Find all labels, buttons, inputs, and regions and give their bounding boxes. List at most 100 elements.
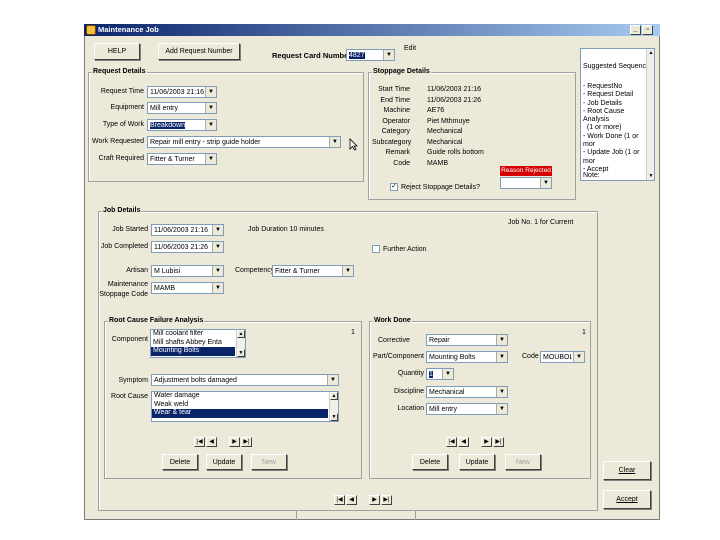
accept-button[interactable]: Accept	[603, 490, 651, 509]
rca-new-button[interactable]: New	[251, 454, 287, 470]
part-component-combo[interactable]: Mounting Bolts ▼	[426, 351, 508, 363]
chevron-down-icon[interactable]: ▼	[329, 137, 340, 147]
job-previous-record-button[interactable]: ◀	[346, 495, 357, 505]
code-combo[interactable]: MOUBOL ▼	[540, 351, 585, 363]
corrective-value: Repair	[429, 337, 450, 344]
chevron-down-icon[interactable]: ▼	[212, 266, 223, 276]
job-started-combo[interactable]: 11/06/2003 21:16 ▼	[151, 224, 224, 236]
wd-new-button[interactable]: New	[505, 454, 541, 470]
component-scrollbar[interactable]: ▲ ▼	[236, 330, 245, 357]
reason-rejected-combo[interactable]: ▼	[500, 177, 552, 189]
stoppage-label: Code	[393, 159, 410, 167]
type-of-work-combo[interactable]: Breakdown ▼	[147, 119, 217, 131]
discipline-combo[interactable]: Mechanical ▼	[426, 386, 508, 398]
job-next-record-button[interactable]: ▶	[369, 495, 380, 505]
reject-stoppage-checkbox[interactable]: ✓	[390, 183, 398, 191]
maintenance-stoppage-code-combo[interactable]: MAMB ▼	[151, 282, 224, 294]
chevron-down-icon[interactable]: ▼	[205, 154, 216, 164]
work-requested-combo[interactable]: Repair mill entry - strip guide holder ▼	[147, 136, 341, 148]
equipment-combo[interactable]: Mill entry ▼	[147, 102, 217, 114]
rca-delete-button[interactable]: Delete	[162, 454, 198, 470]
wd-previous-record-button[interactable]: ◀	[458, 437, 469, 447]
competency-combo[interactable]: Fitter & Turner ▼	[272, 265, 354, 277]
type-of-work-value: Breakdown	[150, 122, 186, 129]
craft-required-combo[interactable]: Fitter & Turner ▼	[147, 153, 217, 165]
root-cause-scrollbar[interactable]: ▲ ▼	[329, 392, 338, 421]
list-item[interactable]: Water damage	[152, 392, 328, 401]
chevron-down-icon[interactable]: ▼	[342, 266, 353, 276]
chevron-down-icon[interactable]: ▼	[212, 242, 223, 252]
rca-first-record-button[interactable]: |◀	[194, 437, 205, 447]
wd-last-record-button[interactable]: ▶|	[493, 437, 504, 447]
artisan-combo[interactable]: M Lubisi ▼	[151, 265, 224, 277]
chevron-down-icon[interactable]: ▼	[573, 352, 584, 362]
stoppage-details-title: Stoppage Details	[372, 68, 431, 75]
work-requested-label: Work Requested	[91, 138, 144, 145]
record-indicator	[296, 510, 416, 520]
job-completed-combo[interactable]: 11/06/2003 21:26 ▼	[151, 241, 224, 253]
chevron-down-icon[interactable]: ▼	[540, 178, 551, 188]
location-combo[interactable]: Mill entry ▼	[426, 403, 508, 415]
job-completed-value: 11/06/2003 21:26	[154, 244, 208, 251]
job-first-record-button[interactable]: |◀	[334, 495, 345, 505]
request-card-combo[interactable]: 4827 ▼	[346, 49, 395, 61]
clear-button[interactable]: Clear	[603, 461, 651, 480]
symptom-combo[interactable]: Adjustment bolts damaged ▼	[151, 374, 339, 386]
chevron-down-icon[interactable]: ▼	[442, 369, 453, 379]
chevron-down-icon[interactable]: ▼	[212, 283, 223, 293]
wd-update-button[interactable]: Update	[459, 454, 495, 470]
minimize-button[interactable]: _	[630, 25, 641, 35]
component-listbox[interactable]: Mill coolant filter Mill shafts Abbey En…	[150, 329, 246, 358]
rca-next-record-button[interactable]: ▶	[229, 437, 240, 447]
further-action-checkbox[interactable]	[372, 245, 380, 253]
suggested-item: (1 or more)	[583, 124, 622, 132]
stoppage-value: Mechanical	[427, 138, 463, 146]
chevron-down-icon[interactable]: ▼	[205, 120, 216, 130]
chevron-down-icon[interactable]: ▼	[205, 103, 216, 113]
chevron-down-icon[interactable]: ▼	[205, 87, 216, 97]
scroll-down-icon[interactable]: ▼	[647, 173, 655, 179]
list-item[interactable]: Wear & tear	[152, 409, 328, 418]
wd-delete-button[interactable]: Delete	[412, 454, 448, 470]
corrective-combo[interactable]: Repair ▼	[426, 334, 508, 346]
component-label: Component	[111, 336, 148, 343]
list-item[interactable]: Mill coolant filter	[151, 330, 235, 339]
quantity-combo[interactable]: 1 ▼	[426, 368, 454, 380]
scroll-up-icon[interactable]: ▲	[330, 392, 338, 400]
chevron-down-icon[interactable]: ▼	[496, 352, 507, 362]
reason-rejected-label: Reason Rejected	[500, 166, 552, 176]
chevron-down-icon[interactable]: ▼	[383, 50, 394, 60]
root-cause-listbox[interactable]: Water damage Weak weld Wear & tear ▲ ▼	[151, 391, 339, 422]
job-last-record-button[interactable]: ▶|	[381, 495, 392, 505]
help-button[interactable]: HELP	[94, 43, 140, 60]
suggested-item: - Work Done (1 or mor	[583, 132, 639, 149]
scroll-up-icon[interactable]: ▲	[647, 50, 655, 56]
restore-button[interactable]: ▫	[642, 25, 653, 35]
list-item[interactable]: Mill shafts Abbey Enta	[151, 339, 235, 348]
suggested-item: - Root Cause Analysis	[583, 107, 625, 124]
rca-last-record-button[interactable]: ▶|	[241, 437, 252, 447]
list-item[interactable]: Mounting Bolts	[151, 347, 235, 356]
discipline-label: Discipline	[394, 388, 424, 395]
suggested-scrollbar[interactable]: ▲ ▼	[646, 49, 654, 180]
discipline-value: Mechanical	[429, 389, 465, 396]
chevron-down-icon[interactable]: ▼	[496, 335, 507, 345]
chevron-down-icon[interactable]: ▼	[212, 225, 223, 235]
wd-next-record-button[interactable]: ▶	[481, 437, 492, 447]
stoppage-label: Remark	[385, 149, 410, 156]
chevron-down-icon[interactable]: ▼	[496, 404, 507, 414]
list-item[interactable]: Weak weld	[152, 401, 328, 410]
add-request-number-button[interactable]: Add Request Number	[158, 43, 240, 60]
stoppage-label: Start Time	[378, 86, 410, 93]
request-time-combo[interactable]: 11/06/2003 21:16 ▼	[147, 86, 217, 98]
scroll-down-icon[interactable]: ▼	[330, 413, 338, 421]
suggested-sequence-panel[interactable]: Suggested Sequence: - RequestNo - Reques…	[580, 48, 655, 181]
rca-update-button[interactable]: Update	[206, 454, 242, 470]
chevron-down-icon[interactable]: ▼	[496, 387, 507, 397]
scroll-down-icon[interactable]: ▼	[237, 349, 245, 357]
rca-previous-record-button[interactable]: ◀	[206, 437, 217, 447]
scroll-up-icon[interactable]: ▲	[237, 330, 245, 338]
suggested-item: - Job Details	[583, 99, 622, 107]
wd-first-record-button[interactable]: |◀	[446, 437, 457, 447]
chevron-down-icon[interactable]: ▼	[327, 375, 338, 385]
